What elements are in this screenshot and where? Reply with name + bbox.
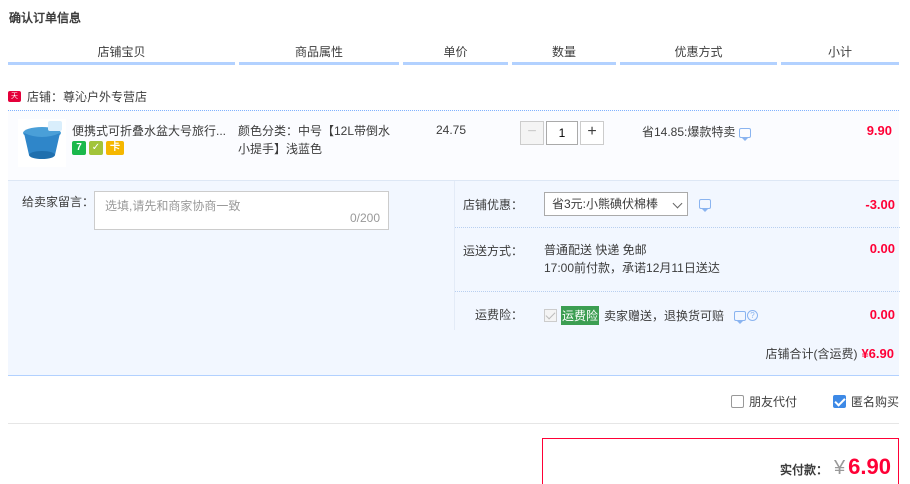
column-header-unit-price: 单价 [403,40,508,65]
chat-icon[interactable] [739,127,752,141]
order-item-row: 便携式可折叠水盆大号旅行... 7 ✓ 卡 颜色分类：中号【12L带倒水 小提手… [8,110,899,180]
tmall-icon: 天猫 [8,90,21,111]
increase-quantity-button[interactable]: + [580,121,604,145]
chat-icon[interactable] [734,310,747,324]
insurance-tag: 运费险 [561,306,600,325]
unit-price: 24.75 [436,123,467,137]
shop-total-row: 店铺合计(含运费) ¥6.90 [8,330,899,376]
shop-total-value: ¥6.90 [861,346,894,361]
insurance-row: 运费险： 运费险 卖家赠送，退换货可赔 ? 0.00 [455,292,900,333]
insurance-text: 卖家赠送，退换货可赔 [604,309,725,323]
friend-pay-label[interactable]: 朋友代付 [749,393,797,410]
shipping-value: 0.00 [869,241,895,256]
payment-total: 实付款： ¥ 6.90 [780,454,891,480]
certified-icon: ✓ [89,141,103,155]
friend-pay-checkbox[interactable] [730,395,744,408]
product-thumbnail[interactable] [18,119,66,167]
column-header-quantity: 数量 [512,40,616,65]
quantity-stepper: − + [520,121,604,145]
shipping-label: 运送方式： [462,244,523,258]
column-header-row: 店铺宝贝 商品属性 单价 数量 优惠方式 小计 [0,40,910,65]
shop-row: 天猫 店铺：尊沁户外专营店 [8,86,147,111]
decrease-quantity-button[interactable]: − [520,121,544,145]
insurance-checkbox [544,309,557,322]
payment-label: 实付款： [780,463,829,477]
discount-info: 省14.85:爆款特卖 [642,123,752,141]
shop-discount-selected: 省3元:小熊碘伏棉棒 [552,197,659,211]
shop-total-label: 店铺合计(含运费) [765,347,858,361]
shipping-method: 普通配送 快递 免邮 17:00前付款，承诺12月11日送达 [544,241,720,277]
chevron-down-icon [672,198,683,209]
chat-icon[interactable] [699,199,711,212]
shop-discount-value: -3.00 [865,197,895,212]
shipping-eta: 17:00前付款，承诺12月11日送达 [544,261,720,275]
shipping-line: 普通配送 快递 免邮 [544,243,647,257]
service-badges: 7 ✓ 卡 [72,141,124,155]
memo-char-count: 0/200 [349,211,380,225]
memo-label: 给卖家留言： [22,195,95,209]
column-header-item: 店铺宝贝 [8,40,235,65]
product-title[interactable]: 便携式可折叠水盆大号旅行... [72,122,234,139]
page-title: 确认订单信息 [9,11,82,25]
payment-summary-box: 实付款： ¥ 6.90 [542,438,899,484]
column-header-discount: 优惠方式 [620,40,777,65]
anonymous-purchase-checkbox[interactable] [832,395,846,408]
memo-placeholder: 选填,请先和商家协商一致 [105,199,241,213]
seller-memo-field[interactable]: 选填,请先和商家协商一致 0/200 [94,191,389,230]
shipping-row: 运送方式： 普通配送 快递 免邮 17:00前付款，承诺12月11日送达 0.0… [455,228,900,292]
yen-symbol: ¥ [834,457,846,479]
product-attributes: 颜色分类：中号【12L带倒水 小提手】浅蓝色 [238,122,408,158]
payment-amount: 6.90 [848,454,891,479]
shop-total: 店铺合计(含运费) ¥6.90 [765,345,894,362]
column-header-subtotal: 小计 [781,40,899,65]
shop-discount-row: 店铺优惠： 省3元:小熊碘伏棉棒 -3.00 [455,181,900,228]
shop-name[interactable]: 店铺：尊沁户外专营店 [27,88,147,105]
shop-discount-label: 店铺优惠： [462,198,523,212]
insurance-option: 运费险 卖家赠送，退换货可赔 ? [544,306,759,325]
anonymous-purchase-label[interactable]: 匿名购买 [851,393,899,410]
shop-discount-select[interactable]: 省3元:小熊碘伏棉棒 [544,192,688,216]
credit-card-icon: 卡 [106,141,124,155]
payment-options-row: 朋友代付 匿名购买 [730,393,899,410]
help-icon[interactable]: ? [747,310,759,321]
discount-text: 省14.85:爆款特卖 [642,125,736,139]
order-options-right: 店铺优惠： 省3元:小熊碘伏棉棒 -3.00 运送方式： 普通配送 快递 免邮 … [454,181,900,333]
column-header-attributes: 商品属性 [239,40,399,65]
divider [8,423,899,424]
quantity-input[interactable] [546,121,578,145]
attribute-line: 颜色分类：中号【12L带倒水 [238,124,391,138]
insurance-value: 0.00 [869,307,895,322]
item-subtotal: 9.90 [866,123,892,138]
attribute-line: 小提手】浅蓝色 [238,142,323,156]
insurance-label: 运费险： [474,308,523,322]
seven-day-return-icon: 7 [72,141,86,155]
